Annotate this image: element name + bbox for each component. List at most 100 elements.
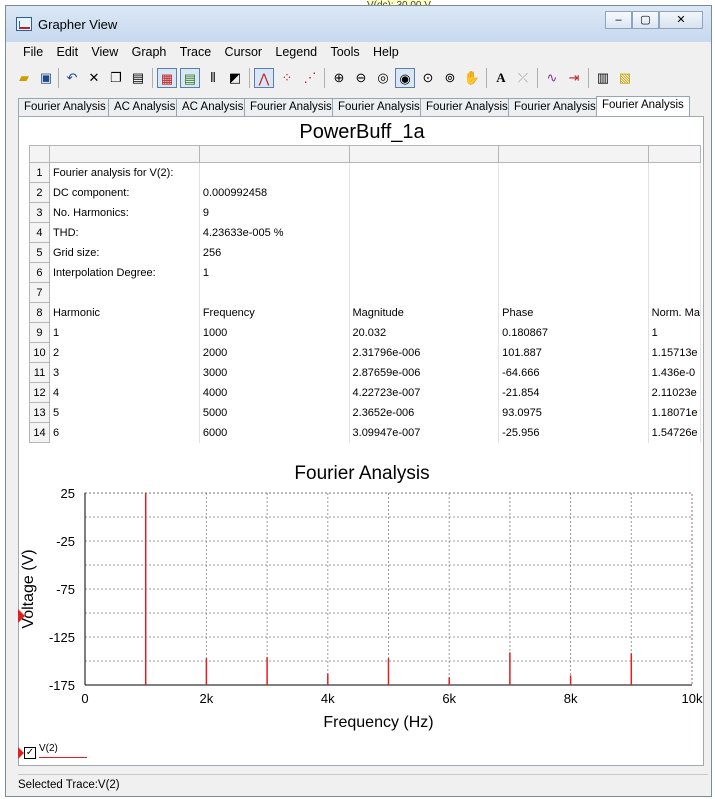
table-cell[interactable] — [199, 162, 350, 183]
menu-view[interactable]: View — [86, 42, 123, 64]
table-cell[interactable]: 1000 — [199, 322, 350, 343]
table-cell[interactable] — [349, 262, 500, 283]
table-cell[interactable]: 5 — [49, 402, 200, 423]
table-cell[interactable] — [498, 202, 649, 223]
table-cell[interactable]: No. Harmonics: — [49, 202, 200, 223]
table-cell[interactable] — [498, 282, 649, 303]
table-cell[interactable]: 93.0975 — [498, 402, 649, 423]
table-cell[interactable]: Fourier analysis for V(2): — [49, 162, 200, 183]
table-cell[interactable] — [648, 162, 701, 183]
export-icon[interactable]: ⇥ — [564, 68, 584, 88]
table-cell[interactable] — [648, 202, 701, 223]
table-cell[interactable]: 20.032 — [349, 322, 500, 343]
table-cell[interactable]: Magnitude — [349, 302, 500, 323]
legend-toggle-icon[interactable]: ▤ — [180, 68, 200, 88]
tab-fourier-analysis[interactable]: Fourier Analysis — [332, 98, 426, 116]
row-number[interactable]: 2 — [29, 182, 50, 203]
table-cell[interactable]: 6 — [49, 422, 200, 443]
row-number[interactable]: 10 — [29, 342, 50, 363]
table-cell[interactable]: 1 — [49, 322, 200, 343]
table-cell[interactable]: 1 — [648, 322, 701, 343]
properties-icon[interactable]: ▥ — [593, 68, 613, 88]
column-header[interactable] — [647, 145, 701, 163]
zoom-in-icon[interactable]: ⊕ — [329, 68, 349, 88]
table-cell[interactable] — [49, 282, 200, 303]
table-cell[interactable]: 3.09947e-007 — [349, 422, 500, 443]
table-cell[interactable]: 2 — [49, 342, 200, 363]
clear-selection-icon[interactable]: ⤫ — [513, 68, 533, 88]
row-number[interactable]: 7 — [29, 282, 50, 303]
row-number[interactable]: 12 — [29, 382, 50, 403]
table-cell[interactable]: 4 — [49, 382, 200, 403]
table-cell[interactable] — [648, 282, 701, 303]
column-header[interactable] — [48, 145, 200, 163]
table-cell[interactable]: -21.854 — [498, 382, 649, 403]
column-header[interactable] — [348, 145, 500, 163]
column-header[interactable] — [498, 145, 649, 163]
tab-fourier-analysis-active[interactable]: Fourier Analysis — [596, 96, 690, 117]
undo-icon[interactable]: ↶ — [62, 68, 82, 88]
table-cell[interactable]: 2.87659e-006 — [349, 362, 500, 383]
menu-cursor[interactable]: Cursor — [220, 42, 268, 64]
overlay-traces-icon[interactable]: ∿ — [542, 68, 562, 88]
table-cell[interactable] — [498, 262, 649, 283]
tab-fourier-analysis[interactable]: Fourier Analysis — [244, 98, 338, 116]
reverse-colors-icon[interactable]: ◩ — [225, 68, 245, 88]
table-cell[interactable]: 2.3652e-006 — [349, 402, 500, 423]
paste-icon[interactable]: ▤ — [128, 68, 148, 88]
tab-fourier-analysis[interactable]: Fourier Analysis — [420, 98, 514, 116]
table-cell[interactable] — [648, 182, 701, 203]
menu-legend[interactable]: Legend — [270, 42, 322, 64]
menu-graph[interactable]: Graph — [127, 42, 172, 64]
table-cell[interactable]: -64.666 — [498, 362, 649, 383]
table-cell[interactable]: 1.15713e — [648, 342, 701, 363]
tab-ac-analysis[interactable]: AC Analysis — [108, 98, 182, 116]
table-cell[interactable]: 2.31796e-006 — [349, 342, 500, 363]
point-plot-icon[interactable]: ⁘ — [277, 68, 297, 88]
tab-ac-analysis[interactable]: AC Analysis — [176, 98, 250, 116]
table-cell[interactable] — [349, 182, 500, 203]
minimize-icon[interactable]: – — [605, 11, 632, 29]
table-cell[interactable]: 0.180867 — [498, 322, 649, 343]
row-number[interactable]: 11 — [29, 362, 50, 383]
column-header[interactable] — [198, 145, 350, 163]
table-cell[interactable]: 2.11023e — [648, 382, 701, 403]
tab-fourier-analysis[interactable]: Fourier Analysis — [18, 98, 112, 116]
zoom-y-icon[interactable]: ⊚ — [440, 68, 460, 88]
table-cell[interactable]: THD: — [49, 222, 200, 243]
zoom-out-icon[interactable]: ⊖ — [351, 68, 371, 88]
table-cell[interactable]: 5000 — [199, 402, 350, 423]
table-cell[interactable]: Norm. Ma — [648, 302, 701, 323]
table-cell[interactable] — [648, 262, 701, 283]
row-number[interactable]: 4 — [29, 222, 50, 243]
line-point-plot-icon[interactable]: ⋰ — [300, 68, 320, 88]
menu-edit[interactable]: Edit — [52, 42, 84, 64]
maximize-icon[interactable]: ▢ — [632, 11, 659, 29]
row-number[interactable]: 14 — [29, 422, 50, 443]
table-cell[interactable] — [349, 202, 500, 223]
row-number[interactable]: 9 — [29, 322, 50, 343]
table-cell[interactable] — [648, 222, 701, 243]
table-cell[interactable]: 1.436e-0 — [648, 362, 701, 383]
menu-trace[interactable]: Trace — [175, 42, 217, 64]
table-cell[interactable]: 1.18071e — [648, 402, 701, 423]
table-cell[interactable]: 4000 — [199, 382, 350, 403]
menu-file[interactable]: File — [18, 42, 48, 64]
table-cell[interactable] — [199, 282, 350, 303]
table-cell[interactable]: 2000 — [199, 342, 350, 363]
table-cell[interactable] — [498, 242, 649, 263]
table-cell[interactable]: 3 — [49, 362, 200, 383]
row-number[interactable]: 3 — [29, 202, 50, 223]
table-cell[interactable] — [648, 242, 701, 263]
table-cell[interactable]: 3000 — [199, 362, 350, 383]
table-cell[interactable] — [349, 162, 500, 183]
table-cell[interactable]: DC component: — [49, 182, 200, 203]
print-icon[interactable]: ▧ — [615, 68, 635, 88]
title-bar[interactable]: Grapher View – ▢ ✕ — [6, 6, 711, 42]
row-number[interactable]: 8 — [29, 302, 50, 323]
table-cell[interactable]: 4.22723e-007 — [349, 382, 500, 403]
table-cell[interactable]: 101.887 — [498, 342, 649, 363]
save-icon[interactable]: ▣ — [36, 68, 56, 88]
table-cell[interactable] — [349, 222, 500, 243]
table-cell[interactable]: Grid size: — [49, 242, 200, 263]
